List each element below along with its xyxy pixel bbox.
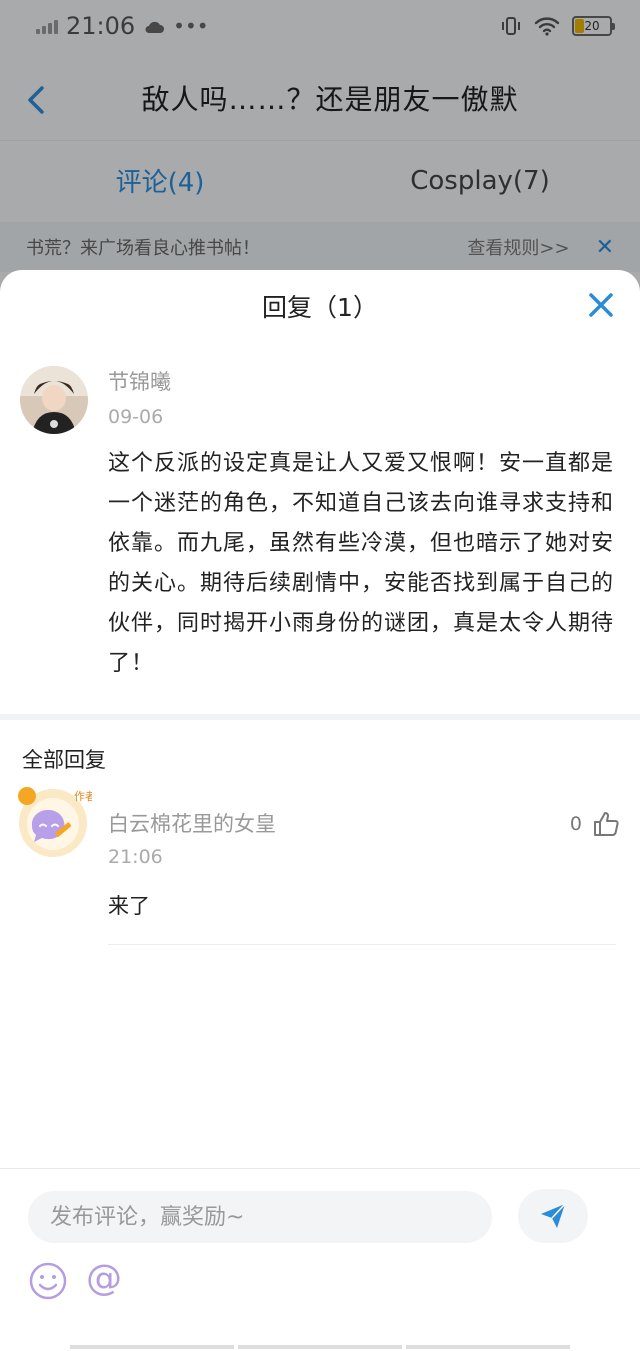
- sheet-header: 回复（1）: [0, 270, 640, 342]
- reply-author[interactable]: 白云棉花里的女皇: [108, 808, 618, 840]
- sheet-title: 回复（1）: [262, 293, 378, 322]
- dim-overlay: [0, 0, 640, 300]
- comment-text: 这个反派的设定真是让人又爱又恨啊！安一直都是一个迷茫的角色，不知道自己该去向谁寻…: [108, 451, 615, 676]
- avatar[interactable]: [20, 366, 88, 434]
- thumbs-up-icon: [594, 812, 619, 836]
- comment-input[interactable]: [28, 1191, 492, 1243]
- reply-item: 作者 白云棉花里的女皇 21:06 来了 0: [0, 782, 640, 940]
- comment-author[interactable]: 节锦曦: [108, 366, 618, 398]
- send-button[interactable]: [518, 1189, 588, 1243]
- divider: [108, 944, 616, 945]
- mention-icon[interactable]: @: [86, 1257, 130, 1301]
- comment-composer: @: [0, 1168, 640, 1351]
- comment-date: 09-06: [108, 406, 164, 428]
- svg-text:作者: 作者: [74, 790, 92, 803]
- send-icon: [541, 1203, 566, 1228]
- main-comment: 节锦曦 09-06 这个反派的设定真是让人又爱又恨啊！安一直都是一个迷茫的角色，…: [0, 342, 640, 708]
- reply-text: 来了: [108, 894, 150, 918]
- like-count: 0: [569, 813, 582, 835]
- like-button[interactable]: 0: [570, 810, 620, 838]
- all-replies-heading: 全部回复: [22, 748, 106, 772]
- close-icon[interactable]: [586, 290, 616, 320]
- reply-time: 21:06: [108, 846, 163, 868]
- home-indicator: [70, 1345, 570, 1351]
- avatar[interactable]: 作者: [14, 782, 96, 860]
- emoji-icon[interactable]: [28, 1261, 68, 1301]
